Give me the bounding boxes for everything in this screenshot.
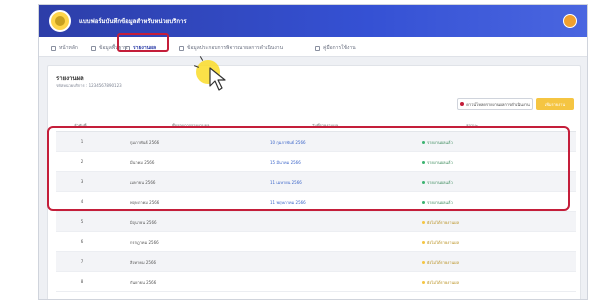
cursor-arrow-icon	[209, 67, 226, 91]
status-label: ยังไม่ได้รายงานผล	[427, 280, 460, 285]
row-round-name: กันยายน 2566	[130, 280, 157, 285]
cursor-indicator	[193, 56, 236, 100]
document-icon	[179, 45, 184, 51]
pending-dot-icon	[422, 281, 425, 284]
home-icon	[51, 45, 56, 51]
status-badge: ยังไม่ได้รายงานผล	[422, 239, 459, 246]
rows-highlight-box	[47, 126, 570, 211]
pending-dot-icon	[422, 261, 425, 264]
status-label: ยังไม่ได้รายงานผล	[427, 260, 460, 265]
page-subtitle: รหัสหน่วยบริการ : 1234567890123	[56, 83, 122, 88]
pending-dot-icon	[422, 221, 425, 224]
row-number: 6	[80, 239, 84, 244]
download-icon	[460, 102, 465, 106]
book-icon	[315, 45, 320, 51]
menu-highlight-box	[117, 33, 169, 52]
row-round-name: สิงหาคม 2566	[130, 260, 157, 265]
status-badge: ยังไม่ได้รายงานผล	[422, 219, 459, 226]
menu-item-home[interactable]: หน้าหลัก	[51, 43, 78, 53]
table-row[interactable]: 8 กันยายน 2566 ยังไม่ได้รายงานผล	[56, 272, 576, 292]
row-round-name: กรกฎาคม 2566	[130, 240, 159, 245]
menu-item-documents[interactable]: ข้อมูลประกอบการพิจารณาผลการดำเนินงาน	[179, 43, 283, 53]
row-round-name: มิถุนายน 2566	[130, 220, 157, 225]
row-number: 8	[80, 279, 84, 284]
status-badge: ยังไม่ได้รายงานผล	[422, 259, 459, 266]
logo-icon	[49, 10, 71, 32]
table-row[interactable]: 6 กรกฎาคม 2566 ยังไม่ได้รายงานผล	[56, 232, 576, 252]
info-icon	[91, 45, 96, 51]
row-number: 7	[80, 259, 84, 264]
add-report-button[interactable]: เพิ่มรายงาน	[536, 98, 574, 110]
row-number: 5	[80, 219, 84, 224]
export-button[interactable]: ดาวน์โหลดรายงานผลการดำเนินงาน	[457, 98, 533, 110]
table-row[interactable]: 5 มิถุนายน 2566 ยังไม่ได้รายงานผล	[56, 212, 576, 232]
status-badge: ยังไม่ได้รายงานผล	[422, 279, 459, 286]
menu-item-manual[interactable]: คู่มือการใช้งาน	[315, 43, 356, 53]
table-row[interactable]: 7 สิงหาคม 2566 ยังไม่ได้รายงานผล	[56, 252, 576, 272]
avatar[interactable]	[563, 14, 577, 28]
app-title: แบบฟอร์มบันทึกข้อมูลสำหรับหน่วยบริการ	[79, 18, 187, 25]
status-label: ยังไม่ได้รายงานผล	[427, 240, 460, 245]
status-label: ยังไม่ได้รายงานผล	[427, 220, 460, 225]
pending-dot-icon	[422, 241, 425, 244]
